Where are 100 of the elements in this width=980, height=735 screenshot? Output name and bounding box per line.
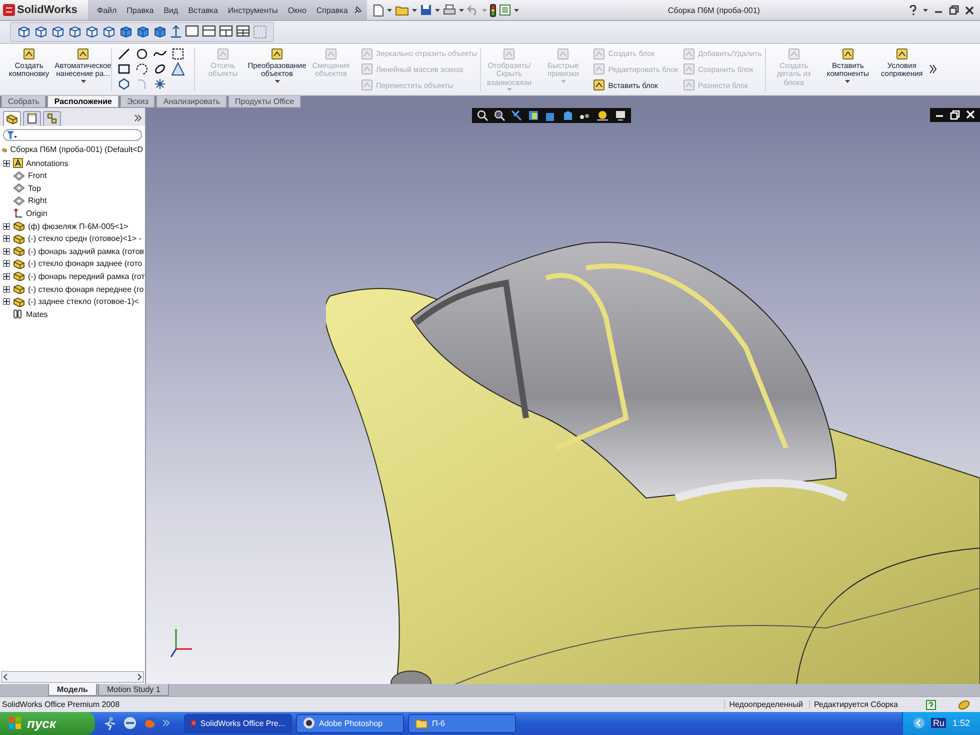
shaded-cube-icon[interactable]: [119, 24, 133, 39]
tree-item[interactable]: Right: [28, 196, 47, 206]
expand-toggle[interactable]: [3, 160, 10, 167]
sketch-tool-icon[interactable]: [153, 62, 167, 76]
view-layout-icon[interactable]: [185, 24, 199, 37]
zoom-area-icon[interactable]: [494, 110, 505, 121]
cube-icon[interactable]: [68, 24, 82, 39]
bottom-tab[interactable]: Модель: [48, 684, 97, 696]
tree-item[interactable]: (-) стекло средн (готовое)<1> -: [28, 234, 142, 244]
menu-item[interactable]: Окно: [282, 6, 312, 14]
normal-to-icon[interactable]: [170, 24, 182, 39]
expand-chevron-icon[interactable]: [134, 114, 142, 122]
sketch-tool-icon[interactable]: [117, 62, 131, 76]
tree-item[interactable]: Annotations: [26, 158, 68, 168]
tree-item[interactable]: Origin: [26, 208, 48, 218]
scroll-right-icon[interactable]: [135, 673, 143, 682]
tree-item[interactable]: Front: [28, 171, 47, 180]
panel-tab[interactable]: [3, 110, 21, 126]
horizontal-scrollbar[interactable]: [1, 671, 144, 684]
cube-icon[interactable]: [51, 24, 65, 39]
tree-item[interactable]: Top: [28, 184, 41, 193]
expand-toggle[interactable]: [3, 235, 10, 242]
zoom-fit-icon[interactable]: [477, 110, 488, 121]
view-orientation-icon[interactable]: [528, 110, 539, 121]
dropdown-caret-icon: [386, 8, 392, 12]
view-layout-icon[interactable]: [219, 24, 233, 37]
cube-icon[interactable]: [17, 24, 31, 39]
tree-item[interactable]: (-) заднее стекло (готовое-1)<: [28, 297, 139, 306]
shaded-cube-icon[interactable]: [136, 24, 150, 39]
options-icon[interactable]: [498, 4, 511, 16]
menu-item[interactable]: Инструменты: [222, 6, 283, 14]
help-icon[interactable]: [909, 4, 917, 16]
filter-field[interactable]: [3, 128, 142, 141]
restore-icon[interactable]: [949, 5, 959, 15]
taskbar-button[interactable]: Adobe Photoshop: [296, 714, 404, 733]
sketch-tool-icon[interactable]: [171, 47, 185, 62]
new-document-icon[interactable]: [372, 4, 384, 16]
dropdown-caret-icon: [923, 8, 928, 12]
sketch-tool-icon[interactable]: [153, 77, 167, 92]
ribbon-tab[interactable]: Анализировать: [156, 96, 228, 108]
panel-tab[interactable]: [23, 110, 41, 126]
start-button[interactable]: пуск: [0, 712, 95, 735]
hide-show-icon[interactable]: [562, 110, 573, 121]
shaded-cube-icon[interactable]: [153, 24, 167, 39]
tree-item[interactable]: (-) фонарь передний рамка (гот: [28, 272, 145, 281]
browser-icon[interactable]: [123, 716, 137, 730]
menu-item[interactable]: Вид: [158, 6, 184, 14]
display-icon[interactable]: [615, 110, 626, 121]
menu-item[interactable]: Вставка: [183, 6, 223, 14]
menu-item[interactable]: Файл: [92, 6, 122, 14]
help-icon[interactable]: [926, 700, 936, 710]
menu-item[interactable]: Справка: [311, 6, 353, 14]
cube-icon[interactable]: [34, 24, 48, 39]
expand-toggle[interactable]: [3, 248, 10, 255]
ribbon-tab[interactable]: Эскиз: [120, 96, 156, 108]
tree-item[interactable]: (-) стекло фонаря переднее (го: [28, 284, 144, 294]
traffic-light-icon[interactable]: [490, 4, 496, 16]
sketch-tool-icon[interactable]: [171, 62, 185, 76]
tree-item[interactable]: (-) фонарь задний рамка (готов: [28, 246, 144, 256]
view-layout-icon[interactable]: [236, 24, 250, 37]
expand-toggle[interactable]: [3, 260, 10, 268]
ribbon-tab[interactable]: Расположение: [47, 96, 119, 108]
pin-icon[interactable]: [352, 5, 363, 15]
command-icon: [502, 46, 516, 61]
menu-item[interactable]: Правка: [122, 6, 159, 14]
command-icon: [360, 46, 374, 61]
tree-item[interactable]: Mates: [26, 310, 48, 319]
expand-tray-icon[interactable]: [912, 717, 925, 730]
sketch-tool-icon[interactable]: [135, 62, 149, 76]
panel-tab[interactable]: [43, 110, 61, 126]
running-figure-icon[interactable]: [103, 716, 117, 730]
sketch-tool-icon[interactable]: [117, 77, 131, 92]
printer-icon[interactable]: [442, 4, 456, 16]
tree-item[interactable]: (ф) фюзеляж П-6М-005<1>: [28, 222, 128, 231]
tag-icon[interactable]: [958, 700, 970, 710]
more-chevron-icon[interactable]: [928, 64, 937, 74]
scene-icon[interactable]: [596, 110, 609, 121]
taskbar-button[interactable]: SolidWorks Office Pre...: [184, 714, 292, 733]
cube-icon[interactable]: [85, 24, 99, 39]
save-icon[interactable]: [420, 4, 432, 16]
taskbar-button[interactable]: П-6: [408, 714, 516, 733]
expand-toggle[interactable]: [3, 272, 10, 280]
restore-icon[interactable]: [950, 110, 960, 120]
folder-icon[interactable]: [394, 4, 409, 16]
expand-toggle[interactable]: [3, 286, 10, 293]
ribbon-tab[interactable]: Продукты Office: [228, 96, 302, 108]
sketch-tool-icon[interactable]: [135, 47, 149, 62]
cube-icon[interactable]: [102, 24, 116, 39]
sketch-tool-icon[interactable]: [117, 47, 131, 62]
view-layout-icon[interactable]: [202, 24, 216, 37]
close-icon[interactable]: [965, 6, 974, 14]
ribbon-tab[interactable]: Собрать: [1, 96, 46, 108]
expand-toggle[interactable]: [3, 222, 10, 230]
bottom-tab[interactable]: Motion Study 1: [98, 684, 170, 696]
language-indicator[interactable]: Ru: [930, 718, 946, 728]
command-icon: [216, 46, 230, 61]
expand-toggle[interactable]: [3, 298, 10, 306]
tree-item[interactable]: (-) стекло фонаря заднее (гото: [28, 259, 142, 268]
scroll-left-icon[interactable]: [2, 673, 10, 682]
section-view-icon[interactable]: [511, 110, 522, 121]
